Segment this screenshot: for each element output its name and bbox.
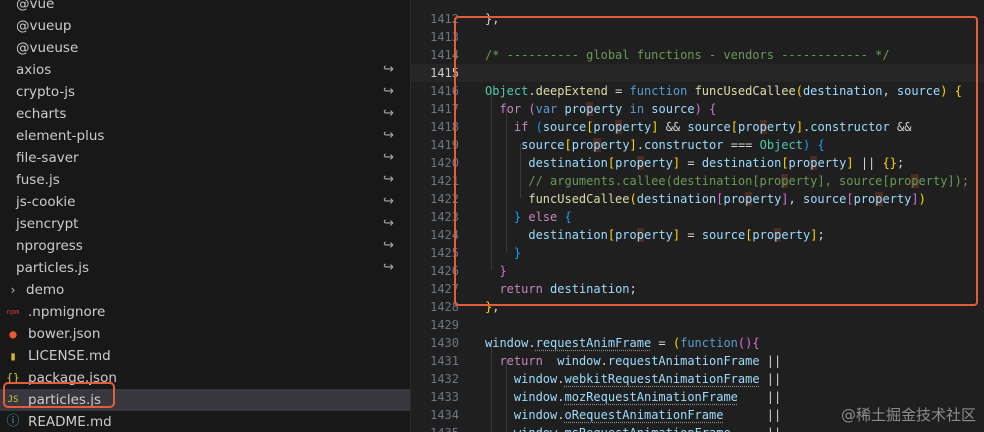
tree-item-label: element-plus	[16, 128, 105, 144]
tree-item[interactable]: ▮ LICENSE.md	[0, 345, 410, 367]
highlighted-code-region	[454, 16, 978, 306]
tree-item-label: bower.json	[28, 326, 101, 342]
tree-item-label: js-cookie	[16, 194, 76, 210]
symlink-icon: ↪	[383, 84, 394, 99]
tree-item[interactable]: ● bower.json	[0, 323, 410, 345]
tree-item-label: @vueuse	[16, 40, 79, 56]
tree-item[interactable]: js-cookie ↪	[0, 191, 410, 213]
line-number: 1419	[430, 138, 459, 152]
line-number: 1418	[430, 120, 459, 134]
tree-item[interactable]: ⓘ README.md	[0, 411, 410, 432]
tree-item-label: jsencrypt	[16, 216, 79, 232]
code-text: window.webkitRequestAnimationFrame ||	[513, 372, 782, 386]
symlink-icon: ↪	[383, 194, 394, 209]
tree-item[interactable]: › demo	[0, 279, 410, 301]
tree-item-label: demo	[26, 282, 65, 298]
line-number: 1428	[430, 300, 459, 314]
bower-icon: ●	[9, 327, 17, 341]
selected-file-highlight	[3, 382, 115, 408]
license-icon: ▮	[9, 349, 17, 363]
line-number: 1429	[430, 318, 459, 332]
code-line[interactable]: 1429	[411, 316, 984, 334]
line-number: 1433	[430, 390, 459, 404]
symlink-icon: ↪	[383, 106, 394, 121]
line-number: 1430	[430, 336, 459, 350]
tree-item-label: fuse.js	[16, 172, 60, 188]
tree-item[interactable]: element-plus ↪	[0, 125, 410, 147]
line-number: 1422	[430, 192, 459, 206]
line-number: 1426	[430, 264, 459, 278]
symlink-icon: ↪	[383, 150, 394, 165]
watermark: @稀土掘金技术社区	[840, 406, 976, 424]
symlink-icon: ↪	[383, 216, 394, 231]
line-number: 1417	[430, 102, 459, 116]
symlink-icon: ↪	[383, 260, 394, 275]
code-line[interactable]: 1435 window.msRequestAnimationFrame ||	[411, 424, 984, 432]
line-number: 1431	[430, 354, 459, 368]
tree-item-label: file-saver	[16, 150, 79, 166]
tree-item[interactable]: particles.js ↪	[0, 257, 410, 279]
line-number: 1424	[430, 228, 459, 242]
tree-item[interactable]: crypto-js ↪	[0, 81, 410, 103]
tree-item[interactable]: file-saver ↪	[0, 147, 410, 169]
code-line[interactable]: 1431 return window.requestAnimationFrame…	[411, 352, 984, 370]
line-number: 1416	[430, 84, 459, 98]
line-number: 1421	[430, 174, 459, 188]
tree-item[interactable]: jsencrypt ↪	[0, 213, 410, 235]
tree-item[interactable]: nprogress ↪	[0, 235, 410, 257]
symlink-icon: ↪	[383, 62, 394, 77]
line-number: 1435	[419, 424, 459, 432]
code-text: return window.requestAnimationFrame ||	[499, 354, 782, 368]
code-text: window.oRequestAnimationFrame ||	[513, 408, 782, 422]
symlink-icon: ↪	[383, 172, 394, 187]
code-line[interactable]: 1430 window.requestAnimFrame = (function(…	[411, 334, 984, 352]
line-number: 1414	[430, 48, 459, 62]
npm-icon: npm	[6, 308, 20, 316]
symlink-icon: ↪	[383, 128, 394, 143]
code-text: window.requestAnimFrame = (function(){	[485, 336, 760, 350]
line-number: 1413	[430, 30, 459, 44]
tree-item-label: axios	[16, 62, 52, 78]
line-number: 1425	[430, 246, 459, 260]
tree-item-label: README.md	[28, 414, 112, 430]
line-number: 1432	[430, 372, 459, 386]
tree-item-label: @vueup	[16, 18, 72, 34]
tree-item[interactable]: @vue	[0, 0, 410, 15]
tree-item-label: echarts	[16, 106, 67, 122]
tree-item[interactable]: fuse.js ↪	[0, 169, 410, 191]
tree-item-label: crypto-js	[16, 84, 75, 100]
tree-item[interactable]: npm .npmignore	[0, 301, 410, 323]
tree-item-label: nprogress	[16, 238, 83, 254]
tree-item-label: LICENSE.md	[28, 348, 111, 364]
line-number: 1427	[430, 282, 459, 296]
explorer-sidebar: @vue @vueup @vueuse axios ↪ crypto-js ↪ echarts…	[0, 0, 410, 432]
tree-item[interactable]: @vueup	[0, 15, 410, 37]
line-number: 1434	[430, 408, 459, 422]
tree-item-label: @vue	[16, 0, 55, 12]
line-number: 1415	[430, 66, 459, 80]
symlink-icon: ↪	[383, 238, 394, 253]
code-text: window.msRequestAnimationFrame ||	[485, 424, 781, 432]
code-line[interactable]: 1432 window.webkitRequestAnimationFrame …	[411, 370, 984, 388]
line-number: 1412	[430, 12, 459, 26]
tree-item-label: particles.js	[16, 260, 90, 276]
line-number: 1420	[430, 156, 459, 170]
tree-item-label: .npmignore	[28, 304, 106, 320]
tree-item[interactable]: @vueuse	[0, 37, 410, 59]
line-number: 1423	[430, 210, 459, 224]
tree-item[interactable]: axios ↪	[0, 59, 410, 81]
code-text: window.mozRequestAnimationFrame ||	[513, 390, 782, 404]
tree-item[interactable]: echarts ↪	[0, 103, 410, 125]
chevron-right-icon[interactable]: ›	[8, 283, 18, 297]
info-icon: ⓘ	[6, 414, 20, 429]
